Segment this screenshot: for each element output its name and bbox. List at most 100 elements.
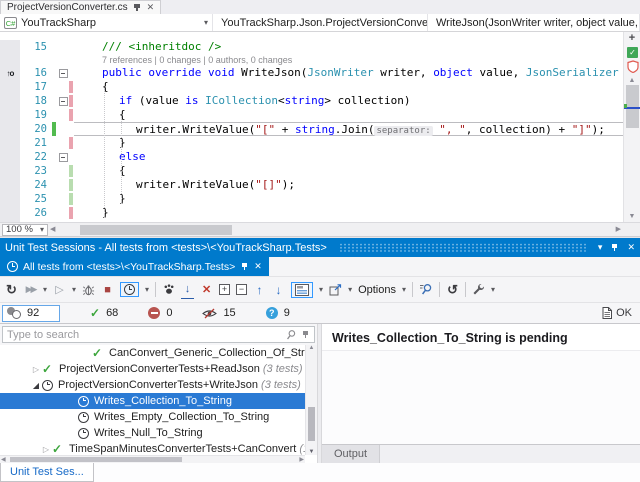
breakpoint-margin[interactable] bbox=[0, 136, 20, 150]
pin-icon[interactable] bbox=[301, 330, 310, 339]
search-input[interactable] bbox=[7, 329, 280, 341]
run-all-tests-button[interactable]: ▶▶ bbox=[24, 281, 37, 299]
breakpoint-margin[interactable] bbox=[0, 178, 20, 192]
track-running-test-button[interactable] bbox=[162, 281, 175, 299]
code-line[interactable]: 25} bbox=[0, 192, 623, 206]
scroll-right-icon[interactable]: ▶ bbox=[616, 223, 621, 237]
breakpoint-margin[interactable] bbox=[0, 108, 20, 122]
line-number[interactable]: 23 bbox=[20, 164, 52, 178]
line-number[interactable]: 17 bbox=[20, 80, 52, 94]
editor-horizontal-scrollbar[interactable]: ◀ ▶ bbox=[48, 223, 623, 237]
refresh-button[interactable]: ↺ bbox=[446, 281, 459, 299]
inconclusive-counter[interactable]: ? 9 bbox=[266, 307, 290, 319]
code-text[interactable]: { bbox=[74, 164, 623, 178]
search-box[interactable] bbox=[2, 326, 315, 343]
zoom-select[interactable]: 100 % ▾ bbox=[2, 224, 48, 236]
line-number[interactable] bbox=[20, 54, 52, 66]
scrollbar-thumb[interactable] bbox=[308, 407, 315, 441]
collapsed-expander-icon[interactable]: ▷ bbox=[40, 445, 52, 454]
breakpoint-margin[interactable] bbox=[0, 80, 20, 94]
pin-icon[interactable] bbox=[240, 262, 249, 271]
line-number[interactable]: 25 bbox=[20, 192, 52, 206]
code-text[interactable]: { bbox=[74, 80, 623, 94]
code-text[interactable]: writer.WriteValue("[" + string.Join(sepa… bbox=[74, 122, 623, 136]
code-line[interactable]: 26} bbox=[0, 206, 623, 220]
codelens-row[interactable]: 7 references | 0 changes | 0 authors, 0 … bbox=[0, 54, 623, 66]
scroll-down-icon[interactable]: ▼ bbox=[624, 213, 640, 220]
code-line[interactable]: 17 { bbox=[0, 80, 623, 94]
pin-icon[interactable] bbox=[610, 243, 619, 252]
test-tree-item[interactable]: ◢ProjectVersionConverterTests+WriteJson … bbox=[0, 377, 317, 393]
rerun-tests-button[interactable]: ↻ bbox=[5, 281, 18, 299]
line-number[interactable]: 21 bbox=[20, 136, 52, 150]
code-text[interactable]: else bbox=[74, 150, 623, 164]
run-all-dropdown-icon[interactable]: ▾ bbox=[43, 286, 47, 294]
expand-all-button[interactable]: + bbox=[219, 284, 230, 295]
test-tree-item[interactable]: ✓CanConvert_Generic_Collection_Of_String… bbox=[0, 345, 317, 361]
code-text[interactable]: if (value is ICollection<string> collect… bbox=[74, 94, 623, 108]
splitter-handle-icon[interactable]: + bbox=[624, 32, 640, 45]
filter-search-button[interactable] bbox=[419, 281, 433, 299]
export-dropdown-icon[interactable]: ▾ bbox=[348, 286, 352, 294]
breakpoint-margin[interactable] bbox=[0, 122, 20, 136]
pin-icon[interactable] bbox=[133, 3, 142, 12]
breakpoint-margin[interactable] bbox=[0, 94, 20, 108]
passed-counter[interactable]: ✓ 68 bbox=[90, 307, 118, 319]
code-text[interactable]: { bbox=[74, 108, 623, 122]
line-number[interactable]: 15 bbox=[20, 40, 52, 54]
overrides-gutter-icon[interactable]: ↑o bbox=[7, 69, 14, 78]
close-icon[interactable]: ✕ bbox=[147, 3, 155, 12]
code-editor[interactable]: 15 /// <inheritdoc />7 references | 0 cha… bbox=[0, 32, 640, 222]
type-dropdown[interactable]: YouTrackSharp.Json.ProjectVersionConvert… bbox=[213, 14, 428, 31]
breakpoint-margin[interactable] bbox=[0, 220, 20, 222]
stop-button[interactable]: ■ bbox=[101, 281, 114, 299]
panel-title-bar[interactable]: Unit Test Sessions - All tests from <tes… bbox=[0, 238, 640, 257]
shield-icon[interactable] bbox=[627, 60, 639, 73]
code-text[interactable]: } bbox=[74, 136, 623, 150]
fold-toggle-icon[interactable] bbox=[59, 153, 68, 162]
code-line[interactable]: 15 /// <inheritdoc /> bbox=[0, 40, 623, 54]
breakpoint-margin[interactable] bbox=[0, 206, 20, 220]
code-line[interactable]: 18 if (value is ICollection<string> colle… bbox=[0, 94, 623, 108]
code-text[interactable]: 7 references | 0 changes | 0 authors, 0 … bbox=[74, 54, 623, 66]
tab-output[interactable]: Output bbox=[322, 445, 380, 463]
code-line[interactable]: 19 { bbox=[0, 108, 623, 122]
line-number[interactable]: 26 bbox=[20, 206, 52, 220]
history-dropdown-icon[interactable]: ▾ bbox=[145, 286, 149, 294]
code-text[interactable]: /// <inheritdoc /> bbox=[74, 40, 623, 54]
breakpoint-margin[interactable] bbox=[0, 164, 20, 178]
code-line[interactable]: 23 { bbox=[0, 164, 623, 178]
breakpoint-margin[interactable]: ↑o bbox=[0, 66, 20, 80]
line-number[interactable]: 18 bbox=[20, 94, 52, 108]
scroll-down-icon[interactable]: ▼ bbox=[306, 449, 317, 455]
breakpoint-margin[interactable] bbox=[0, 54, 20, 66]
history-toggle-button[interactable] bbox=[120, 282, 139, 297]
code-text[interactable]: } bbox=[74, 192, 623, 206]
breakpoint-margin[interactable] bbox=[0, 192, 20, 206]
expanded-expander-icon[interactable]: ◢ bbox=[30, 381, 42, 390]
options-button[interactable]: Options bbox=[358, 284, 396, 296]
collapse-all-button[interactable]: − bbox=[236, 284, 247, 295]
group-by-toggle-button[interactable] bbox=[291, 282, 313, 298]
search-filter-icon[interactable] bbox=[284, 329, 297, 341]
tab-unit-test-sessions[interactable]: Unit Test Ses... bbox=[0, 463, 94, 482]
code-line[interactable]: 24writer.WriteValue("[]"); bbox=[0, 178, 623, 192]
scroll-up-icon[interactable]: ▲ bbox=[624, 77, 640, 84]
debug-test-button[interactable] bbox=[82, 281, 95, 299]
line-number[interactable]: 19 bbox=[20, 108, 52, 122]
analysis-ok-icon[interactable]: ✓ bbox=[627, 47, 638, 58]
failed-counter[interactable]: 0 bbox=[148, 307, 172, 319]
scroll-up-icon[interactable]: ▲ bbox=[306, 345, 317, 351]
breakpoint-margin[interactable] bbox=[0, 40, 20, 54]
line-number[interactable]: 20 bbox=[20, 122, 52, 136]
code-line[interactable]: 21} bbox=[0, 136, 623, 150]
settings-dropdown-icon[interactable]: ▾ bbox=[491, 286, 495, 294]
next-test-button[interactable]: ↓ bbox=[272, 281, 285, 299]
line-number[interactable]: 22 bbox=[20, 150, 52, 164]
code-line[interactable]: 20 writer.WriteValue("[" + string.Join(se… bbox=[0, 122, 623, 136]
run-dropdown-icon[interactable]: ▾ bbox=[72, 286, 76, 294]
scroll-left-icon[interactable]: ◀ bbox=[1, 456, 6, 463]
test-tree-item[interactable]: Writes_Collection_To_String bbox=[0, 393, 317, 409]
code-line[interactable]: 22 else bbox=[0, 150, 623, 164]
scrollbar-thumb[interactable] bbox=[10, 457, 182, 462]
